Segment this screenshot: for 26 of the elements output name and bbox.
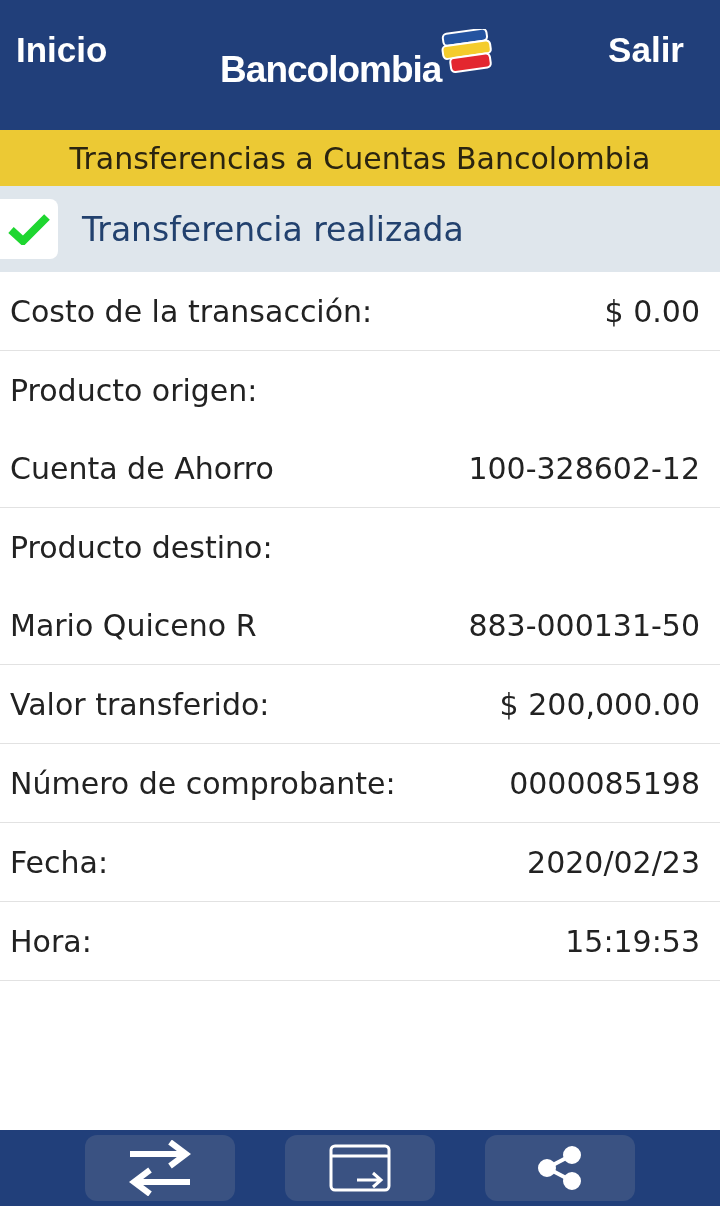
field-label: Costo de la transacción: (10, 293, 373, 329)
field-label: Número de comprobante: (10, 765, 396, 801)
field-value: 883-000131-50 (468, 607, 700, 643)
field-value: 2020/02/23 (527, 844, 700, 880)
card-button[interactable] (285, 1135, 435, 1201)
field-label: Valor transferido: (10, 686, 270, 722)
field-value: 100-328602-12 (468, 450, 700, 486)
field-label: Hora: (10, 923, 92, 959)
field-label: Producto origen: (10, 372, 258, 408)
field-value: $ 0.00 (604, 293, 700, 329)
home-link[interactable]: Inicio (16, 30, 108, 70)
field-label: Producto destino: (10, 529, 273, 565)
field-label: Cuenta de Ahorro (10, 450, 274, 486)
field-label: Fecha: (10, 844, 109, 880)
field-value: 0000085198 (509, 765, 700, 801)
transfer-button[interactable] (85, 1135, 235, 1201)
share-icon (538, 1146, 582, 1190)
logout-link[interactable]: Salir (608, 30, 684, 70)
logo-text: Bancolombia (220, 49, 442, 91)
field-label: Mario Quiceno R (10, 607, 257, 643)
status-text: Transferencia realizada (82, 209, 464, 249)
swap-arrows-icon (128, 1140, 192, 1196)
field-value: $ 200,000.00 (499, 686, 700, 722)
field-value: 15:19:53 (565, 923, 700, 959)
share-button[interactable] (485, 1135, 635, 1201)
page-title: Transferencias a Cuentas Bancolombia (0, 130, 720, 186)
